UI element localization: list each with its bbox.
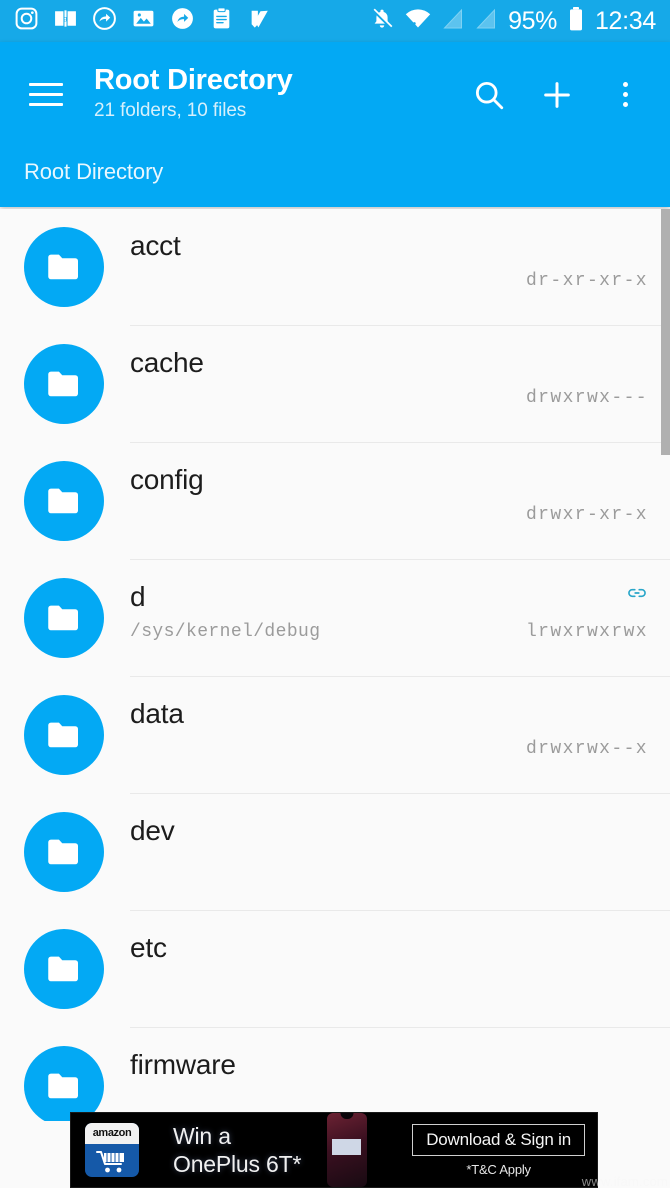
folder-icon	[24, 578, 104, 658]
amazon-app-icon: amazon	[85, 1123, 139, 1177]
file-name: d	[130, 581, 146, 612]
list-item-body: firmware	[130, 1028, 670, 1121]
breadcrumb: Root Directory	[0, 147, 670, 207]
page-title: Root Directory	[94, 64, 293, 96]
file-name: config	[130, 464, 204, 495]
list-item[interactable]: config drwxr-xr-x	[0, 443, 670, 560]
file-name: cache	[130, 347, 204, 378]
ad-banner[interactable]: amazon Win a OnePlus 6T* Download & Sign…	[70, 1112, 598, 1188]
battery-percent-label: 95%	[508, 6, 557, 35]
list-item[interactable]: firmware	[0, 1028, 670, 1121]
gallery-image-icon	[131, 6, 156, 36]
file-permissions: lrwxrwxrwx	[525, 622, 648, 642]
checkmark-badge-icon	[248, 6, 273, 36]
list-item[interactable]: cache drwxrwx---	[0, 326, 670, 443]
folder-icon	[24, 695, 104, 775]
folder-icon	[24, 929, 104, 1009]
folder-icon	[24, 461, 104, 541]
ad-disclaimer: *T&C Apply	[466, 1161, 531, 1177]
list-item[interactable]: data drwxrwx--x	[0, 677, 670, 794]
clipboard-icon	[209, 6, 234, 36]
app-bar-title-block: Root Directory 21 folders, 10 files	[94, 64, 293, 124]
app-bar: Root Directory 21 folders, 10 files Root…	[0, 42, 670, 207]
oneplus-6t-phone-image	[327, 1113, 368, 1187]
bell-off-icon	[370, 7, 394, 36]
clock-label: 12:34	[594, 6, 656, 35]
list-item-body: cache drwxrwx---	[130, 326, 670, 443]
list-item[interactable]: etc	[0, 911, 670, 1028]
chain-link-icon	[626, 582, 648, 604]
list-item-body: etc	[130, 911, 670, 1028]
status-bar: a 95% 12:34	[0, 0, 670, 42]
folder-icon	[24, 1046, 104, 1121]
ad-headline-line2: OnePlus 6T*	[173, 1151, 302, 1177]
plus-icon[interactable]	[536, 74, 578, 116]
page-subtitle: 21 folders, 10 files	[94, 100, 247, 122]
status-bar-system: 95% 12:34	[370, 6, 656, 37]
battery-icon	[568, 6, 584, 37]
amazon-kindle-icon: a	[53, 6, 78, 36]
list-item-body: data drwxrwx--x	[130, 677, 670, 794]
folder-icon	[24, 812, 104, 892]
file-name: dev	[130, 815, 175, 846]
file-name: acct	[130, 230, 181, 261]
ad-cta-button[interactable]: Download & Sign in	[412, 1123, 585, 1156]
instagram-icon	[14, 6, 39, 36]
folder-icon	[24, 227, 104, 307]
file-manager-screen: a 95% 12:34 Root Directory 21 folders, 1…	[0, 0, 670, 1191]
file-name: firmware	[130, 1049, 236, 1080]
overflow-menu-icon[interactable]	[604, 74, 646, 116]
file-permissions: drwxr-xr-x	[525, 505, 648, 525]
list-item-body: config drwxr-xr-x	[130, 443, 670, 560]
ad-headline-line1: Win a	[173, 1122, 231, 1149]
list-item[interactable]: d /sys/kernel/debug lrwxrwxrwx	[0, 560, 670, 677]
share-arrow-circle-icon	[92, 6, 117, 36]
signal-bars-dim-icon-2	[475, 7, 497, 36]
wifi-icon	[405, 7, 431, 36]
list-item[interactable]: dev	[0, 794, 670, 911]
folder-icon	[24, 344, 104, 424]
file-permissions: drwxrwx---	[525, 388, 648, 408]
ad-cta-group: Download & Sign in *T&C Apply	[412, 1123, 585, 1177]
list-item[interactable]: acct dr-xr-xr-x	[0, 209, 670, 326]
status-bar-notifications: a	[14, 6, 273, 36]
shopping-cart-icon	[96, 1151, 124, 1173]
list-item-body: dev	[130, 794, 670, 911]
breadcrumb-item-root[interactable]: Root Directory	[24, 159, 163, 185]
file-permissions: drwxrwx--x	[525, 739, 648, 759]
share-arrow-circle-icon-2	[170, 6, 195, 36]
file-list[interactable]: acct dr-xr-xr-x cache drwxrwx--- config …	[0, 209, 670, 1121]
file-name: etc	[130, 932, 167, 963]
search-icon[interactable]	[468, 74, 510, 116]
signal-bars-dim-icon	[442, 7, 464, 36]
amazon-wordmark: amazon	[92, 1127, 132, 1139]
file-name: data	[130, 698, 184, 729]
hamburger-menu-icon[interactable]	[20, 69, 72, 121]
ad-headline: Win a OnePlus 6T*	[173, 1122, 301, 1178]
list-item-body: d /sys/kernel/debug lrwxrwxrwx	[130, 560, 670, 677]
file-permissions: dr-xr-xr-x	[525, 271, 648, 291]
symlink-target: /sys/kernel/debug	[130, 622, 321, 642]
list-item-body: acct dr-xr-xr-x	[130, 209, 670, 326]
app-bar-actions	[468, 74, 670, 116]
app-bar-main-row: Root Directory 21 folders, 10 files	[0, 42, 670, 147]
